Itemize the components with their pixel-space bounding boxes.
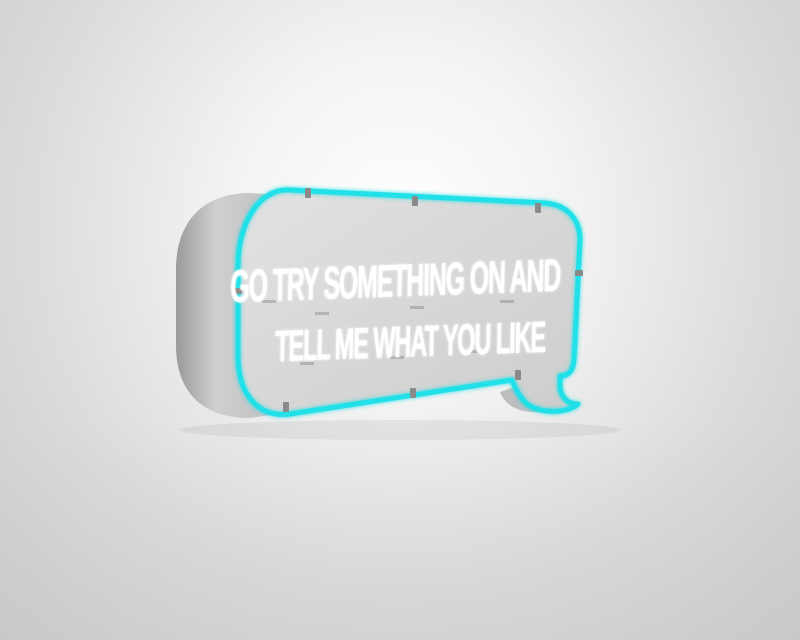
sign-text-line-2: TELL ME WHAT YOU LIKE	[275, 313, 546, 371]
cast-shadow	[180, 420, 620, 440]
neon-speech-bubble-sign: GO TRY SOMETHING ON AND TELL ME WHAT YOU…	[176, 187, 620, 440]
scene-background: GO TRY SOMETHING ON AND TELL ME WHAT YOU…	[0, 0, 800, 640]
